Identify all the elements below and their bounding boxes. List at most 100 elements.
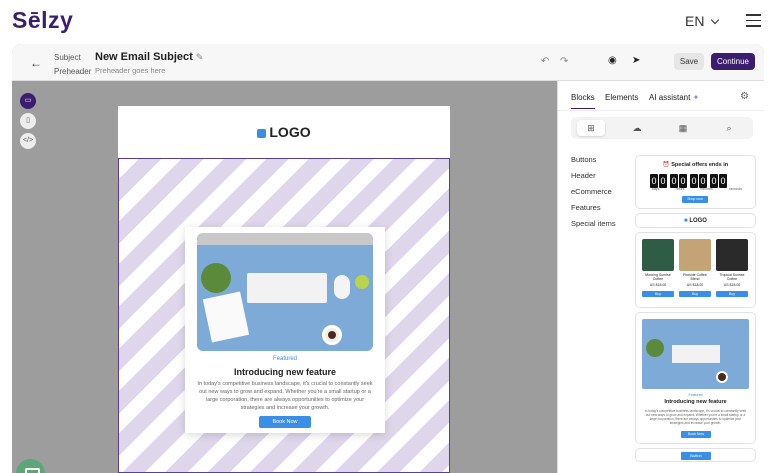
editor-frame: ← Subject Preheader New Email Subject ✎ … <box>12 44 764 473</box>
block-thumbnails: ⏰ Special offers ends in 00000000 days h… <box>635 155 756 466</box>
product-image <box>716 239 748 271</box>
view-switcher: ▭ ▯ </> <box>20 93 36 153</box>
block-categories: Buttons Header eCommerce Features Specia… <box>571 155 616 235</box>
upload-cloud-icon[interactable]: ☁ <box>623 120 651 136</box>
hero-section[interactable]: Featured Introducing new feature In toda… <box>118 158 450 473</box>
timer-digit: 0 <box>719 174 727 188</box>
book-now-button[interactable]: Book Now <box>259 416 311 428</box>
timer-unit: days <box>652 187 660 191</box>
product-item: Fireside Coffee Blend US $18.00 Buy <box>679 239 711 297</box>
desktop-view-icon[interactable]: ▭ <box>20 93 36 109</box>
tab-blocks[interactable]: Blocks <box>571 93 595 109</box>
email-canvas: ▭ ▯ </> LOGO Featured Introducing new fe… <box>12 81 557 473</box>
timer-digit: 0 <box>659 174 667 188</box>
timer-unit: minutes <box>700 187 713 191</box>
product-image <box>679 239 711 271</box>
send-test-icon[interactable]: ➤ <box>632 55 640 66</box>
email-header-row[interactable]: LOGO <box>118 106 450 158</box>
blocks-panel: Blocks Elements AI assistant ✦ ⚙ ⊞ ☁ ▦ ⌕… <box>557 81 764 473</box>
preheader-input[interactable]: Preheader goes here <box>95 66 165 75</box>
product-buy-button: Buy <box>716 291 748 297</box>
preheader-label: Preheader <box>54 67 92 76</box>
subject-value: New Email Subject <box>95 51 193 63</box>
brand-logo[interactable]: Sēlzy <box>12 7 73 34</box>
feature-card[interactable]: Featured Introducing new feature In toda… <box>185 227 385 433</box>
grid-icon[interactable]: ⊞ <box>577 120 605 136</box>
feature-block-thumb[interactable]: Featured Introducing new feature In toda… <box>635 312 756 444</box>
edit-pencil-icon[interactable]: ✎ <box>196 52 204 62</box>
product-image <box>642 239 674 271</box>
timer-title-text: Special offers ends in <box>671 162 729 168</box>
ai-assistant-label: AI assistant <box>649 93 691 102</box>
tab-ai-assistant[interactable]: AI assistant ✦ <box>649 93 699 102</box>
email-body: LOGO Featured Introducing new feature In… <box>118 106 450 473</box>
preview-eye-icon[interactable]: ◉ <box>608 55 617 66</box>
timer-unit: seconds <box>728 187 742 191</box>
timer-shop-button: Shop now <box>682 196 708 203</box>
timer-digits: 00000000 <box>650 171 728 188</box>
timer-digit: 0 <box>650 174 658 188</box>
help-chat-icon[interactable] <box>16 459 45 473</box>
timer-unit: hours <box>675 187 685 191</box>
editor-toolbar: ← Subject Preheader New Email Subject ✎ … <box>12 44 764 81</box>
product-item: Morning Sunrise Coffee US $18.00 Buy <box>642 239 674 297</box>
category-special-items[interactable]: Special items <box>571 219 616 235</box>
menu-icon[interactable] <box>746 14 761 27</box>
category-features[interactable]: Features <box>571 203 616 219</box>
timer-digit: 0 <box>710 174 718 188</box>
timer-digit: 0 <box>670 174 678 188</box>
chevron-down-icon <box>711 15 720 25</box>
logo-block-thumb[interactable]: ■ LOGO <box>635 213 756 228</box>
subject-input[interactable]: New Email Subject ✎ <box>95 51 203 63</box>
block-filter-row: ⊞ ☁ ▦ ⌕ <box>571 117 753 139</box>
ecommerce-block-thumb[interactable]: Morning Sunrise Coffee US $18.00 Buy Fir… <box>635 232 756 308</box>
product-price: US $18.00 <box>686 283 704 287</box>
card-title: Introducing new feature <box>233 367 336 377</box>
sparkle-icon: ✦ <box>692 93 700 102</box>
product-item: Tropical Sunrise Coffee US $18.00 Buy <box>716 239 748 297</box>
search-icon[interactable]: ⌕ <box>715 120 743 136</box>
thumb-feature-body: In today's competitive business landscap… <box>644 409 747 425</box>
timer-units: days hours minutes seconds <box>652 187 742 191</box>
product-name: Fireside Coffee Blend <box>683 273 707 281</box>
save-button[interactable]: Save <box>674 53 704 70</box>
category-buttons[interactable]: Buttons <box>571 155 616 171</box>
timer-title: ⏰ Special offers ends in <box>636 162 755 168</box>
language-label: EN <box>685 13 705 29</box>
top-nav: Sēlzy EN <box>0 0 776 44</box>
panel-tabs: Blocks Elements AI assistant ✦ ⚙ <box>558 81 764 111</box>
undo-icon[interactable]: ↶ <box>541 56 549 67</box>
language-selector[interactable]: EN <box>685 13 720 29</box>
mobile-view-icon[interactable]: ▯ <box>20 113 36 129</box>
category-ecommerce[interactable]: eCommerce <box>571 187 616 203</box>
lock-icon: ■ <box>684 218 688 224</box>
back-arrow-icon[interactable]: ← <box>30 56 42 70</box>
email-logo-text: LOGO <box>269 124 311 140</box>
thumb-logo-text: LOGO <box>689 218 707 224</box>
thumb-feature-tag: Featured <box>688 393 703 397</box>
card-tag: Featured <box>272 356 297 362</box>
timer-block-thumb[interactable]: ⏰ Special offers ends in 00000000 days h… <box>635 155 756 209</box>
desk-photo <box>197 233 373 351</box>
code-view-icon[interactable]: </> <box>20 133 36 149</box>
product-name: Tropical Sunrise Coffee <box>719 273 745 281</box>
product-buy-button: Buy <box>642 291 674 297</box>
gear-icon[interactable]: ⚙ <box>740 91 749 102</box>
button-block-thumb[interactable]: Button <box>635 448 756 462</box>
continue-button[interactable]: Continue <box>711 53 755 70</box>
product-buy-button: Buy <box>679 291 711 297</box>
product-price: US $18.00 <box>649 283 667 287</box>
subject-label: Subject <box>54 53 81 62</box>
timer-digit: 0 <box>690 174 698 188</box>
lock-icon <box>257 129 267 138</box>
qr-code-icon[interactable]: ▦ <box>669 120 697 136</box>
redo-icon[interactable]: ↷ <box>560 56 568 67</box>
thumb-button: Button <box>681 452 711 460</box>
tab-elements[interactable]: Elements <box>605 93 638 102</box>
timer-digit: 0 <box>699 174 707 188</box>
timer-digit: 0 <box>679 174 687 188</box>
card-body: In today's competitive business landscap… <box>197 381 373 411</box>
product-price: US $18.00 <box>723 283 741 287</box>
product-name: Morning Sunrise Coffee <box>645 273 671 281</box>
category-header[interactable]: Header <box>571 171 616 187</box>
